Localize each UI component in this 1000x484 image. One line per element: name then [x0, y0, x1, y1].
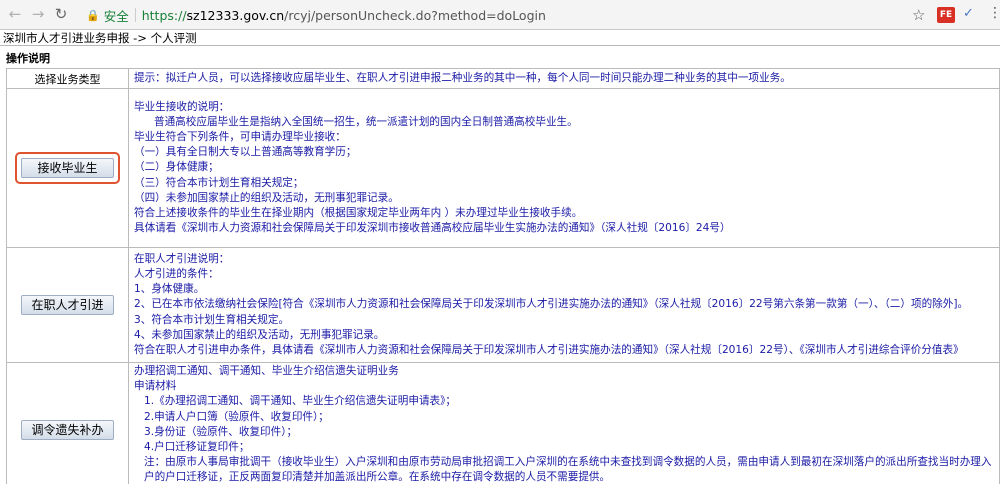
address-divider	[134, 8, 136, 22]
secure-label: 安全	[103, 8, 129, 24]
table-row: 调令遗失补办 办理招调工通知、调干通知、毕业生介绍信遗失证明业务 申请材料 1.…	[6, 362, 1000, 484]
desc-line: 人才引进的条件：	[134, 267, 219, 280]
desc-line: （四）未参加国家禁止的组织及活动，无刑事犯罪记录。	[134, 191, 399, 204]
business-type-label: 选择业务类型	[34, 72, 101, 86]
desc-line: 具体请看《深圳市人力资源和社会保障局关于印发深圳市接收普通高校应届毕业生实施办法…	[134, 222, 731, 235]
description-cell: 在职人才引进说明： 人才引进的条件： 1、身体健康。 2、已在本市依法缴纳社会保…	[128, 247, 1000, 363]
desc-line: 申请材料	[134, 380, 177, 393]
desc-line: 符合在职人才引进申办条件，具体请看《深圳市人力资源和社会保障局关于印发深圳市人才…	[134, 344, 964, 356]
address-bar[interactable]: 🔒 安全 https://sz12333.gov.cn/rcyj/personU…	[86, 4, 576, 26]
back-arrow-icon[interactable]: ←	[6, 5, 24, 23]
url-path: /rcyj/personUncheck.do?method=doLogin	[284, 7, 546, 23]
desc-line: 注：由原市人事局审批调干（接收毕业生）入户深圳和由原市劳动局审批招调工入户深圳的…	[144, 456, 992, 484]
desc-line: 1.《办理招调工通知、调干通知、毕业生介绍信遗失证明申请表》；	[144, 395, 457, 408]
desc-line: 4、未参加国家禁止的组织及活动，无刑事犯罪记录。	[134, 328, 385, 341]
button-cell: 在职人才引进	[6, 247, 129, 363]
reload-icon[interactable]: ↻	[52, 5, 70, 23]
lock-icon: 🔒	[86, 8, 100, 22]
desc-line: 2.申请人户口簿（验原件、收复印件）；	[144, 410, 329, 423]
desc-line: 3.身份证（验原件、收复印件）；	[144, 425, 298, 438]
desc-line: （三）符合本市计划生育相关规定；	[134, 176, 304, 189]
forward-arrow-icon[interactable]: →	[29, 5, 47, 23]
extension-icon[interactable]: FE	[937, 7, 955, 23]
business-type-table: 选择业务类型 提示：拟迁户人员，可以选择接收应届毕业生、在职人才引进申报二种业务…	[6, 68, 1000, 484]
url-protocol: https://	[141, 7, 187, 23]
description-cell: 办理招调工通知、调干通知、毕业生介绍信遗失证明业务 申请材料 1.《办理招调工通…	[128, 362, 1000, 484]
transfer-order-reissue-button[interactable]: 调令遗失补办	[21, 420, 114, 440]
desc-line: 普通高校应届毕业生是指纳入全国统一招生，统一派遣计划的国内全日制普通高校毕业生。	[154, 115, 578, 128]
button-cell: 接收毕业生	[6, 88, 129, 248]
description-cell: 毕业生接收的说明： 普通高校应届毕业生是指纳入全国统一招生，统一派遣计划的国内全…	[128, 88, 1000, 248]
highlight-box: 接收毕业生	[15, 152, 120, 184]
button-cell: 调令遗失补办	[6, 362, 129, 484]
desc-line: 4.户口迁移证复印件；	[144, 441, 250, 454]
desc-line: 在职人才引进说明：	[134, 252, 230, 265]
header-row: 选择业务类型 提示：拟迁户人员，可以选择接收应届毕业生、在职人才引进申报二种业务…	[6, 68, 1000, 89]
table-row: 接收毕业生 毕业生接收的说明： 普通高校应届毕业生是指纳入全国统一招生，统一派遣…	[6, 88, 1000, 248]
desc-line: 毕业生接收的说明：	[134, 100, 230, 113]
desc-line: （一）具有全日制大专以上普通高等教育学历；	[134, 146, 357, 159]
desc-line: 毕业生符合下列条件，可申请办理毕业接收：	[134, 130, 346, 143]
hint-cell: 提示：拟迁户人员，可以选择接收应届毕业生、在职人才引进申报二种业务的其中一种，每…	[128, 68, 1000, 89]
translate-extension-icon[interactable]: ✓	[963, 6, 974, 21]
receive-graduate-button[interactable]: 接收毕业生	[21, 158, 114, 178]
bookmark-star-icon[interactable]: ☆	[912, 4, 925, 26]
section-title: 操作说明	[6, 52, 50, 65]
desc-line: 3、符合本市计划生育相关规定。	[134, 313, 290, 326]
table-row: 在职人才引进 在职人才引进说明： 人才引进的条件： 1、身体健康。 2、已在本市…	[6, 247, 1000, 363]
url-host: sz12333.gov.cn	[186, 7, 285, 23]
desc-line: 2、已在本市依法缴纳社会保险[符合《深圳市人力资源和社会保障局关于印发深圳市人才…	[134, 298, 969, 311]
desc-line: 办理招调工通知、调干通知、毕业生介绍信遗失证明业务	[134, 365, 399, 377]
breadcrumb: 深圳市人才引进业务申报 -> 个人评测	[0, 30, 1000, 46]
hint-text: 提示：拟迁户人员，可以选择接收应届毕业生、在职人才引进申报二种业务的其中一种，每…	[134, 71, 791, 84]
business-type-label-cell: 选择业务类型	[6, 68, 129, 89]
talent-introduction-button[interactable]: 在职人才引进	[21, 295, 114, 315]
desc-line: 1、身体健康。	[134, 283, 205, 296]
more-menu-icon[interactable]: ⋮	[988, 5, 1000, 21]
desc-line: （二）身体健康；	[134, 161, 219, 174]
desc-line: 符合上述接收条件的毕业生在择业期内（根据国家规定毕业两年内 ）未办理过毕业生接收…	[134, 207, 583, 219]
browser-toolbar: ← → ↻ 🔒 安全 https://sz12333.gov.cn/rcyj/p…	[0, 0, 1000, 30]
